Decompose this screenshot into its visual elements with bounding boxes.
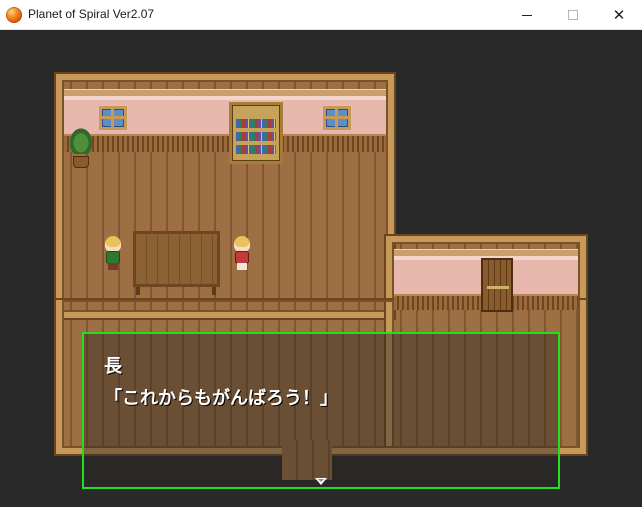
maximize-icon (568, 10, 578, 20)
window-right (323, 106, 351, 130)
window-left (99, 106, 127, 130)
minimize-button[interactable] (504, 0, 550, 30)
continue-arrow-icon[interactable] (315, 478, 327, 485)
message-speaker-name: 長 (104, 356, 122, 377)
window-titlebar[interactable]: Planet of Spiral Ver2.07 ✕ (0, 0, 642, 30)
message-window[interactable]: 長 「これからもがんばろう！」 (82, 332, 560, 489)
window-title: Planet of Spiral Ver2.07 (28, 7, 155, 21)
plant-leaves (68, 126, 94, 154)
character-head (234, 236, 250, 252)
plant-pot (73, 156, 89, 168)
wooden-table[interactable] (133, 231, 220, 287)
wainscot-main (64, 134, 386, 152)
character-legs (108, 263, 118, 270)
character-elder[interactable] (102, 236, 124, 270)
close-button[interactable]: ✕ (596, 0, 642, 30)
message-text: 「これからもがんばろう！」 (104, 388, 338, 409)
maximize-button[interactable] (550, 0, 596, 30)
bookshelf-row (236, 145, 276, 154)
bookshelf-row (236, 119, 276, 128)
app-icon (6, 7, 22, 23)
door-handle (487, 286, 509, 289)
table-leg (212, 287, 216, 295)
game-viewport[interactable]: 長 「これからもがんばろう！」 (0, 30, 642, 507)
bookshelf-row (236, 132, 276, 141)
bookshelf[interactable] (229, 102, 283, 164)
minimize-icon (522, 14, 532, 16)
door[interactable] (481, 258, 513, 312)
close-icon: ✕ (612, 5, 626, 24)
character-player[interactable] (231, 236, 253, 270)
potted-plant (68, 126, 94, 170)
character-head (105, 236, 121, 252)
character-legs (237, 263, 247, 270)
table-leg (136, 287, 140, 295)
